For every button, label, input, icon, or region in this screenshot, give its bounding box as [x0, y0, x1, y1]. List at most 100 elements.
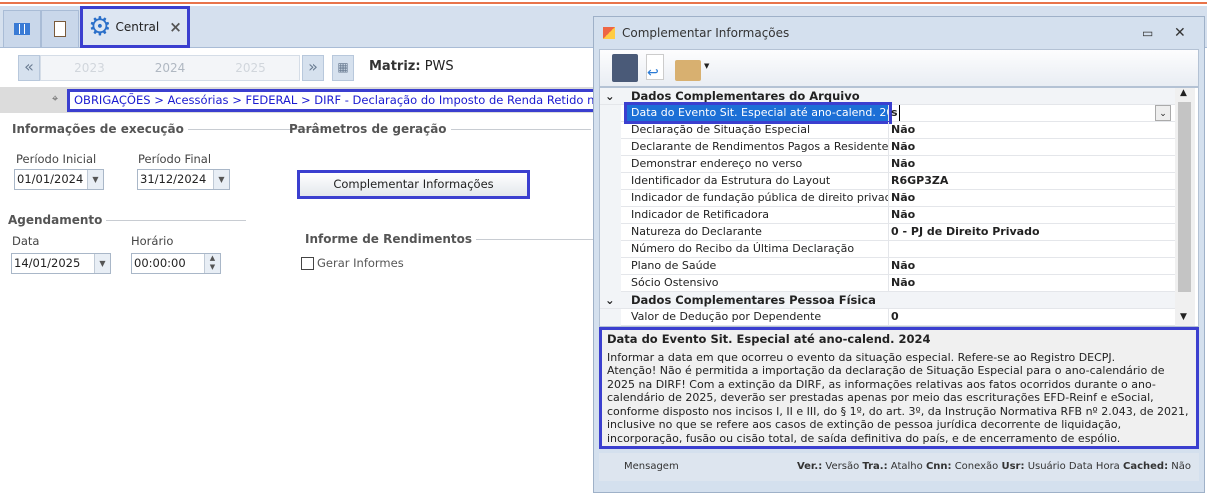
- gerar-informes-checkbox[interactable]: Gerar Informes: [301, 256, 404, 270]
- open-folder-icon[interactable]: [675, 60, 701, 81]
- property-row[interactable]: Identificador da Estrutura do Layout R6GP…: [600, 173, 1175, 190]
- property-value: 0: [891, 310, 899, 323]
- gear-icon: ⚙: [88, 12, 112, 42]
- property-grid: ⌄ Dados Complementares do Arquivo Data do…: [599, 87, 1199, 327]
- property-row[interactable]: Indicador de fundação pública de direito…: [600, 190, 1175, 207]
- tab-tasks[interactable]: [41, 10, 79, 48]
- property-key: Data do Evento Sit. Especial até ano-cal…: [624, 102, 892, 124]
- property-row[interactable]: Indicador de Retificadora Não: [600, 207, 1175, 224]
- property-key: Natureza do Declarante: [627, 224, 889, 240]
- execucao-title: Informações de execução: [12, 122, 328, 136]
- tab-central[interactable]: ⚙ Central ×: [80, 6, 190, 48]
- data-field[interactable]: 14/01/2025 ▼: [11, 253, 111, 274]
- property-row[interactable]: Declarante de Rendimentos Pagos a Reside…: [600, 139, 1175, 156]
- horario-label: Horário: [131, 234, 174, 248]
- year-selector[interactable]: 2023 2024 2025: [40, 55, 300, 81]
- checkbox-icon[interactable]: [301, 256, 314, 270]
- next-year-button[interactable]: »: [302, 55, 324, 81]
- property-key: Identificador da Estrutura do Layout: [627, 173, 889, 189]
- parametros-title: Parâmetros de geração: [289, 122, 591, 136]
- usr-value: Usuário Data Hora: [1027, 461, 1120, 472]
- scroll-thumb[interactable]: [1178, 102, 1191, 292]
- calendar-icon[interactable]: ▦: [332, 55, 354, 81]
- property-value: Não: [891, 123, 916, 136]
- scrollbar[interactable]: ▲ ▼: [1175, 88, 1195, 326]
- usr-label: Usr:: [1001, 461, 1025, 472]
- top-border: [0, 0, 1207, 4]
- chevron-down-icon[interactable]: ⌄: [1155, 105, 1171, 121]
- app-icon: [603, 27, 615, 39]
- horario-value: 00:00:00: [134, 256, 186, 270]
- minimize-icon[interactable]: ▭: [1142, 17, 1153, 49]
- horario-field[interactable]: 00:00:00 ▲ ▼: [131, 253, 221, 274]
- cached-label: Cached:: [1123, 461, 1169, 472]
- scroll-down-icon[interactable]: ▼: [1180, 312, 1187, 322]
- year-next: 2025: [235, 61, 266, 75]
- property-row[interactable]: Declaração de Situação Especial Não: [600, 122, 1175, 139]
- prev-year-button[interactable]: «: [18, 55, 40, 81]
- property-row[interactable]: Demonstrar endereço no verso Não: [600, 156, 1175, 173]
- cnn-label: Cnn:: [925, 461, 952, 472]
- matriz: Matriz: PWS: [369, 59, 454, 74]
- chevron-down-icon[interactable]: ▼: [87, 170, 103, 189]
- property-key: Declaração de Situação Especial: [627, 122, 889, 138]
- property-value: Não: [891, 157, 916, 170]
- tab-dashboard[interactable]: [3, 10, 41, 48]
- category-label: Dados Complementares do Arquivo: [631, 89, 860, 103]
- property-key: Plano de Saúde: [627, 258, 889, 274]
- property-value: Não: [891, 276, 916, 289]
- property-row[interactable]: Número do Recibo da Última Declaração: [600, 241, 1175, 258]
- ver-value: Versão: [825, 461, 860, 472]
- status-bar: Mensagem Ver.: Versão Tra.: Atalho Cnn: …: [599, 453, 1199, 481]
- help-panel: Data do Evento Sit. Especial até ano-cal…: [599, 327, 1199, 449]
- cnn-value: Conexão: [954, 461, 999, 472]
- property-row[interactable]: Natureza do Declarante 0 - PJ de Direito …: [600, 224, 1175, 241]
- agendamento-title: Agendamento: [8, 213, 246, 227]
- property-value: Não: [891, 140, 916, 153]
- undo-icon[interactable]: ↩: [646, 54, 664, 81]
- property-key: Declarante de Rendimentos Pagos a Reside…: [627, 139, 889, 155]
- periodo-final-value: 31/12/2024: [140, 172, 207, 186]
- breadcrumb[interactable]: OBRIGAÇÕES > Acessórias > FEDERAL > DIRF…: [67, 89, 645, 112]
- complementar-dialog: Complementar Informações ▭ ✕ ↩ ▼ ⌄ Dados …: [593, 16, 1205, 493]
- property-value-input[interactable]: s: [891, 105, 900, 121]
- periodo-final-field[interactable]: 31/12/2024 ▼: [137, 169, 230, 190]
- property-row[interactable]: Sócio Ostensivo Não: [600, 275, 1175, 292]
- property-key: Indicador de Retificadora: [627, 207, 889, 223]
- property-row[interactable]: Valor de Dedução por Dependente 0: [600, 309, 1175, 326]
- dropdown-arrow-icon[interactable]: ▼: [704, 62, 709, 70]
- help-title: Data do Evento Sit. Especial até ano-cal…: [607, 332, 931, 346]
- category-arquivo[interactable]: ⌄ Dados Complementares do Arquivo: [600, 88, 1175, 105]
- spinner-icon[interactable]: ▲ ▼: [204, 254, 220, 273]
- chevron-down-icon[interactable]: ⌄: [605, 88, 615, 104]
- checkbox-label: Gerar Informes: [317, 256, 404, 270]
- tra-value: Atalho: [890, 461, 923, 472]
- year-current: 2024: [154, 61, 186, 75]
- matriz-label: Matriz:: [369, 59, 421, 74]
- property-key: Sócio Ostensivo: [627, 275, 889, 291]
- close-icon[interactable]: ✕: [1174, 17, 1186, 49]
- property-key: Número do Recibo da Última Declaração: [627, 241, 889, 257]
- periodo-inicial-label: Período Inicial: [16, 152, 97, 166]
- property-row[interactable]: Data do Evento Sit. Especial até ano-cal…: [600, 102, 1175, 124]
- ver-label: Ver.:: [796, 461, 823, 472]
- category-pessoa-fisica[interactable]: ⌄ Dados Complementares Pessoa Física: [600, 292, 1175, 309]
- help-text: Informar a data em que ocorreu o evento …: [607, 350, 1189, 445]
- property-value: Não: [891, 259, 916, 272]
- chevron-down-icon[interactable]: ▼: [94, 254, 110, 273]
- scroll-up-icon[interactable]: ▲: [1180, 88, 1187, 98]
- main-content: [0, 48, 600, 501]
- chevron-down-icon[interactable]: ⌄: [605, 292, 615, 308]
- chevron-down-icon[interactable]: ▼: [213, 170, 229, 189]
- property-row[interactable]: Plano de Saúde Não: [600, 258, 1175, 275]
- close-icon[interactable]: ×: [169, 18, 182, 36]
- dialog-title: Complementar Informações ▭ ✕: [594, 17, 1204, 49]
- save-icon[interactable]: [612, 54, 638, 82]
- complementar-informacoes-button[interactable]: Complementar Informações: [297, 170, 530, 199]
- grid-icon: [14, 23, 30, 35]
- dialog-title-text: Complementar Informações: [622, 26, 790, 40]
- periodo-inicial-field[interactable]: 01/01/2024 ▼: [14, 169, 104, 190]
- data-value: 14/01/2025: [14, 256, 81, 270]
- dialog-toolbar: ↩ ▼: [599, 49, 1199, 87]
- matriz-value: PWS: [424, 59, 454, 74]
